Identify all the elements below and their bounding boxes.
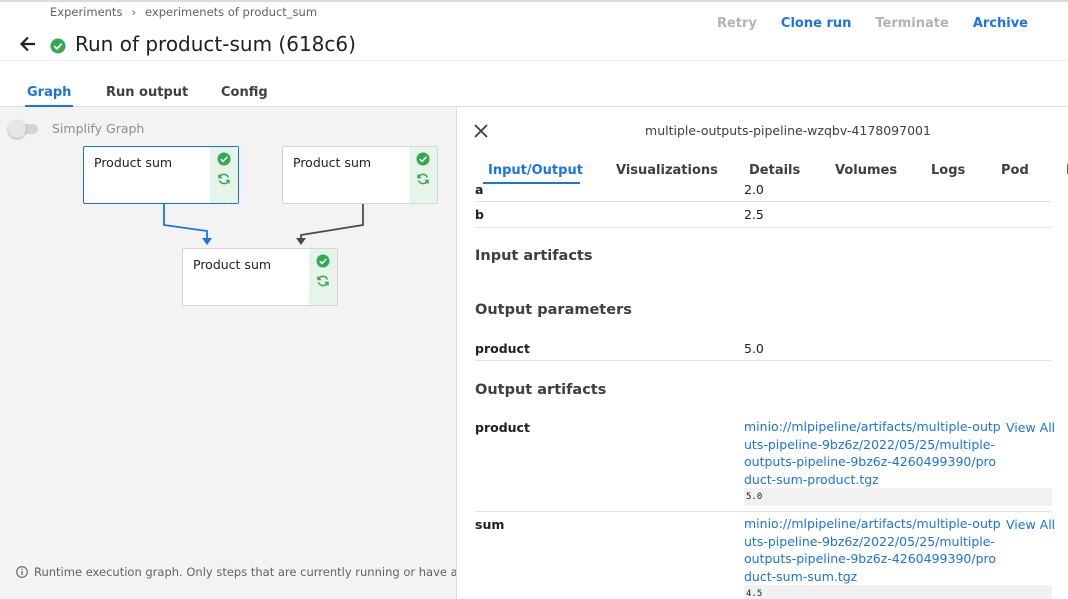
info-icon xyxy=(16,566,28,578)
panel-title: multiple-outputs-pipeline-wzqbv-41780970… xyxy=(645,123,931,138)
active-panel-tab-indicator xyxy=(483,182,580,184)
artifact-uri-link[interactable]: minio://mlpipeline/artifacts/multiple-ou… xyxy=(744,418,1002,488)
row-divider xyxy=(475,511,1051,512)
archive-button[interactable]: Archive xyxy=(961,16,1040,31)
tab-details[interactable]: Details xyxy=(749,163,800,178)
back-arrow-icon[interactable] xyxy=(18,34,38,54)
success-icon xyxy=(316,254,330,268)
tab-logs[interactable]: Logs xyxy=(931,163,965,178)
page-title: Run of product-sum (618c6) xyxy=(75,32,356,56)
tab-config[interactable]: Config xyxy=(221,85,268,100)
row-divider xyxy=(475,227,1051,228)
success-status-icon xyxy=(50,38,66,54)
tab-pod[interactable]: Pod xyxy=(1001,163,1029,178)
tab-input-output[interactable]: Input/Output xyxy=(488,163,583,178)
output-artifacts-heading: Output artifacts xyxy=(475,382,607,398)
input-param-key: a xyxy=(475,182,484,197)
input-artifacts-heading: Input artifacts xyxy=(475,248,593,264)
row-divider xyxy=(475,360,1051,361)
graph-node-3[interactable]: Product sum xyxy=(182,248,338,306)
graph-pane: Simplify Graph Product sum Product sum P… xyxy=(0,107,456,599)
input-param-key: b xyxy=(475,207,484,222)
edge-node1-to-node3 xyxy=(163,203,208,240)
breadcrumb-experiments[interactable]: Experiments xyxy=(50,5,122,19)
edge-node2-to-node3 xyxy=(300,203,364,240)
cached-icon xyxy=(317,275,329,287)
artifact-preview: 4.5 xyxy=(744,585,1052,599)
row-divider xyxy=(475,201,1051,202)
cached-icon xyxy=(218,173,230,185)
node-label: Product sum xyxy=(94,155,173,170)
breadcrumb-experiment[interactable]: experimenets of product_sum xyxy=(145,5,317,19)
success-icon xyxy=(416,152,430,166)
graph-node-2[interactable]: Product sum xyxy=(282,146,438,204)
input-param-value: 2.0 xyxy=(744,182,764,197)
artifact-uri-link[interactable]: minio://mlpipeline/artifacts/multiple-ou… xyxy=(744,515,1002,585)
edge-node1-arrowhead xyxy=(202,238,212,245)
run-actions: Retry Clone run Terminate Archive xyxy=(705,16,1040,31)
output-param-value: 5.0 xyxy=(744,341,764,356)
tab-run-output[interactable]: Run output xyxy=(106,85,188,100)
output-artifact-key: sum xyxy=(475,517,505,532)
tab-graph[interactable]: Graph xyxy=(27,85,71,100)
breadcrumb-separator: › xyxy=(131,5,137,19)
graph-footnote: Runtime execution graph. Only steps that… xyxy=(16,565,456,579)
output-param-key: product xyxy=(475,341,530,356)
cached-icon xyxy=(417,173,429,185)
input-param-value: 2.5 xyxy=(744,207,764,222)
graph-node-1[interactable]: Product sum xyxy=(83,146,239,204)
node-label: Product sum xyxy=(293,155,372,170)
terminate-button[interactable]: Terminate xyxy=(863,16,960,31)
edge-node2-arrowhead xyxy=(296,238,306,245)
tab-visualizations[interactable]: Visualizations xyxy=(616,163,718,178)
footnote-text: Runtime execution graph. Only steps that… xyxy=(34,565,456,579)
node-label: Product sum xyxy=(193,257,272,272)
artifact-preview: 5.0 xyxy=(744,488,1052,506)
top-bar: Experiments › experimenets of product_sum … xyxy=(0,0,1068,60)
breadcrumb: Experiments › experimenets of product_sum xyxy=(50,5,317,19)
run-tabs: Graph Run output Config xyxy=(0,60,1068,108)
output-parameters-heading: Output parameters xyxy=(475,302,632,318)
tab-volumes[interactable]: Volumes xyxy=(835,163,897,178)
retry-button[interactable]: Retry xyxy=(705,16,769,31)
clone-run-button[interactable]: Clone run xyxy=(769,16,863,31)
success-icon xyxy=(217,152,231,166)
view-all-link[interactable]: View All xyxy=(1006,420,1055,435)
node-details-panel: multiple-outputs-pipeline-wzqbv-41780970… xyxy=(456,107,1068,599)
output-artifact-key: product xyxy=(475,420,530,435)
view-all-link[interactable]: View All xyxy=(1006,517,1055,532)
